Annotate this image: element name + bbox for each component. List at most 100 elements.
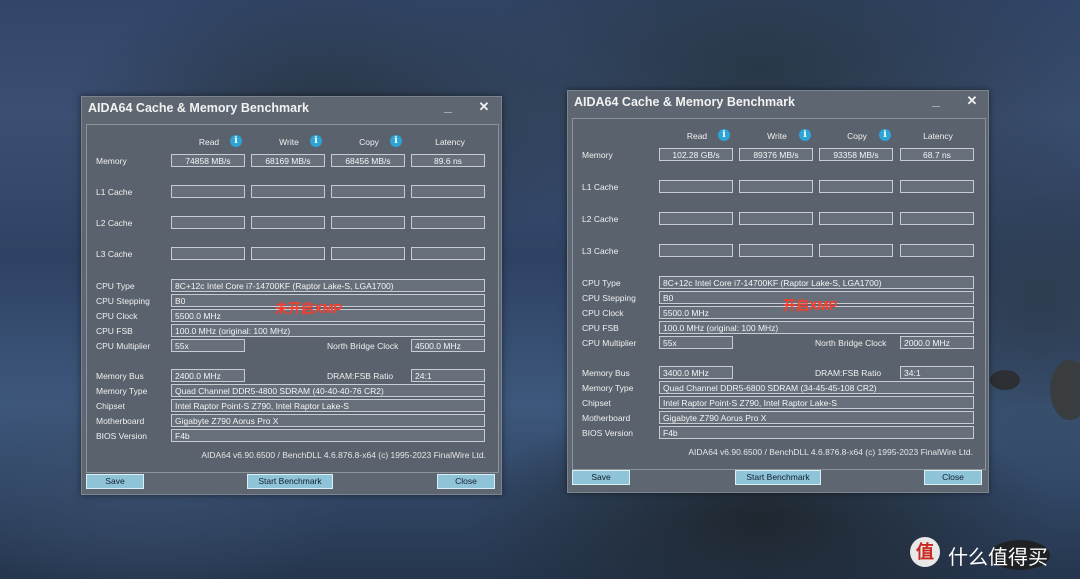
memory-bus-value: 2400.0 MHz (171, 369, 245, 382)
memory-latency-value: 68.7 ns (900, 148, 974, 161)
row-label-l3-cache: L3 Cache (96, 249, 133, 259)
results-panel: Read i Write i Copy i Latency Memory 102… (572, 118, 986, 470)
memory-write-value: 89376 MB/s (739, 148, 813, 161)
close-icon[interactable]: ✕ (476, 99, 492, 115)
memory-latency-value: 89.6 ns (411, 154, 485, 167)
memory-copy-value: 68456 MB/s (331, 154, 405, 167)
l3-write-value (739, 244, 813, 257)
bios-version-value: F4b (659, 426, 974, 439)
bios-version-label: BIOS Version (96, 431, 148, 441)
l3-read-value (171, 247, 245, 260)
l1-read-value (659, 180, 733, 193)
info-icon[interactable]: i (799, 129, 811, 141)
xmp-status-annotation: 开启XMP (783, 298, 838, 313)
l1-copy-value (819, 180, 893, 193)
background-rock (1050, 360, 1080, 420)
header-write: Write (767, 131, 787, 141)
title-bar[interactable]: AIDA64 Cache & Memory Benchmark _ ✕ (82, 97, 501, 121)
close-button[interactable]: Close (437, 474, 495, 489)
motherboard-label: Motherboard (96, 416, 145, 426)
smzdm-logo-icon: 值 (910, 537, 940, 567)
l2-read-value (171, 216, 245, 229)
footer-version-text: AIDA64 v6.90.6500 / BenchDLL 4.6.876.8-x… (688, 447, 973, 457)
dram-fsb-ratio-label: DRAM:FSB Ratio (815, 368, 882, 378)
l2-latency-value (411, 216, 485, 229)
header-copy: Copy (359, 137, 379, 147)
cpu-clock-label: CPU Clock (96, 311, 138, 321)
header-read: Read (198, 137, 220, 147)
header-latency: Latency (435, 137, 465, 147)
cpu-clock-label: CPU Clock (582, 308, 624, 318)
l1-write-value (739, 180, 813, 193)
close-button[interactable]: Close (924, 470, 982, 485)
row-label-l1-cache: L1 Cache (96, 187, 133, 197)
cpu-multiplier-label: CPU Multiplier (96, 341, 151, 351)
cpu-type-label: CPU Type (96, 281, 135, 291)
background-rock (990, 370, 1020, 390)
xmp-status-annotation: 未开启XMP (275, 301, 343, 316)
minimize-button[interactable]: _ (440, 99, 456, 115)
info-icon[interactable]: i (390, 135, 402, 147)
info-icon[interactable]: i (310, 135, 322, 147)
title-bar[interactable]: AIDA64 Cache & Memory Benchmark _ ✕ (568, 91, 988, 115)
info-icon[interactable]: i (718, 129, 730, 141)
memory-type-label: Memory Type (96, 386, 148, 396)
header-latency: Latency (923, 131, 953, 141)
memory-write-value: 68169 MB/s (251, 154, 325, 167)
cpu-fsb-label: CPU FSB (96, 326, 133, 336)
memory-read-value: 74858 MB/s (171, 154, 245, 167)
memory-read-value: 102.28 GB/s (659, 148, 733, 161)
memory-bus-label: Memory Bus (582, 368, 630, 378)
cpu-multiplier-label: CPU Multiplier (582, 338, 637, 348)
l1-write-value (251, 185, 325, 198)
row-label-l3-cache: L3 Cache (582, 246, 619, 256)
l2-read-value (659, 212, 733, 225)
benchmark-window-xmp-on: AIDA64 Cache & Memory Benchmark _ ✕ Read… (567, 90, 989, 493)
row-label-l1-cache: L1 Cache (582, 182, 619, 192)
dram-fsb-ratio-label: DRAM:FSB Ratio (327, 371, 394, 381)
north-bridge-clock-value: 4500.0 MHz (411, 339, 485, 352)
l3-write-value (251, 247, 325, 260)
l1-latency-value (411, 185, 485, 198)
dram-fsb-ratio-value: 24:1 (411, 369, 485, 382)
motherboard-label: Motherboard (582, 413, 631, 423)
minimize-button[interactable]: _ (928, 93, 944, 109)
info-icon[interactable]: i (879, 129, 891, 141)
start-benchmark-button[interactable]: Start Benchmark (247, 474, 333, 489)
start-benchmark-button[interactable]: Start Benchmark (735, 470, 821, 485)
cpu-fsb-label: CPU FSB (582, 323, 619, 333)
l3-copy-value (331, 247, 405, 260)
l2-write-value (251, 216, 325, 229)
north-bridge-clock-label: North Bridge Clock (327, 341, 399, 351)
row-label-memory: Memory (96, 156, 127, 166)
header-copy: Copy (847, 131, 867, 141)
close-icon[interactable]: ✕ (964, 93, 980, 109)
info-icon[interactable]: i (230, 135, 242, 147)
l2-copy-value (331, 216, 405, 229)
memory-copy-value: 93358 MB/s (819, 148, 893, 161)
row-label-l2-cache: L2 Cache (582, 214, 619, 224)
cpu-type-value: 8C+12c Intel Core i7-14700KF (Raptor Lak… (659, 276, 974, 289)
chipset-value: Intel Raptor Point-S Z790, Intel Raptor … (659, 396, 974, 409)
dram-fsb-ratio-value: 34:1 (900, 366, 974, 379)
l3-copy-value (819, 244, 893, 257)
cpu-multiplier-value: 55x (171, 339, 245, 352)
save-button[interactable]: Save (572, 470, 630, 485)
cpu-stepping-label: CPU Stepping (582, 293, 636, 303)
bios-version-value: F4b (171, 429, 485, 442)
header-read: Read (686, 131, 708, 141)
cpu-type-value: 8C+12c Intel Core i7-14700KF (Raptor Lak… (171, 279, 485, 292)
l3-read-value (659, 244, 733, 257)
row-label-memory: Memory (582, 150, 613, 160)
results-panel: Read i Write i Copy i Latency Memory 748… (86, 124, 499, 473)
memory-bus-label: Memory Bus (96, 371, 144, 381)
window-title: AIDA64 Cache & Memory Benchmark (574, 95, 795, 109)
motherboard-value: Gigabyte Z790 Aorus Pro X (171, 414, 485, 427)
cpu-type-label: CPU Type (582, 278, 621, 288)
watermark-text: 什么值得买 (948, 545, 1048, 569)
save-button[interactable]: Save (86, 474, 144, 489)
cpu-stepping-label: CPU Stepping (96, 296, 150, 306)
memory-type-label: Memory Type (582, 383, 634, 393)
header-write: Write (279, 137, 299, 147)
motherboard-value: Gigabyte Z790 Aorus Pro X (659, 411, 974, 424)
